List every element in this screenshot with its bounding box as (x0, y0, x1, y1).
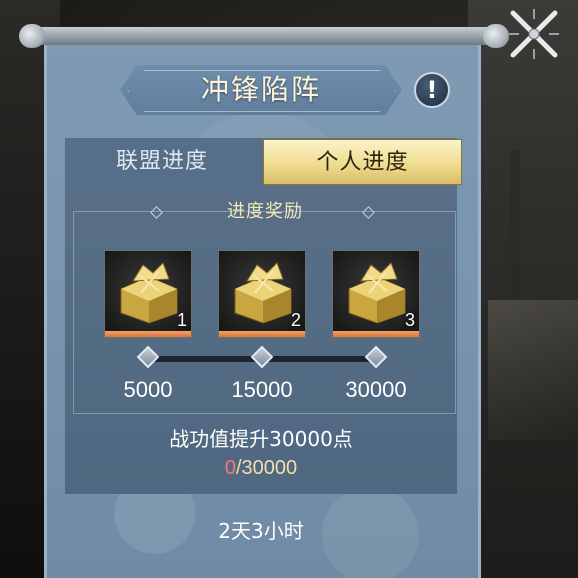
progress-text: 0/30000 (65, 457, 457, 480)
reward-item[interactable]: 1 (104, 250, 192, 338)
milestone-value: 5000 (123, 377, 173, 402)
background-roof (488, 300, 578, 440)
gold-treasure-icon (348, 262, 406, 324)
tab-personal-progress[interactable]: 个人进度 (263, 139, 462, 185)
reward-item-bar (105, 331, 191, 337)
milestone-value: 15000 (231, 377, 293, 402)
reward-count: 1 (176, 310, 187, 330)
reward-item[interactable]: 2 (218, 250, 306, 338)
gold-treasure-icon (120, 262, 178, 324)
reward-item-bar (219, 331, 305, 337)
time-remaining: 2天3小时 (218, 519, 304, 543)
progress-current: 0 (224, 457, 236, 479)
reward-section-title: 进度奖励 (227, 201, 303, 222)
scroll-rod (19, 24, 509, 48)
milestone-value: 30000 (345, 377, 407, 402)
gold-treasure-icon (234, 262, 292, 324)
progress-total: /30000 (235, 457, 298, 479)
page-title: 冲锋陷阵 (200, 73, 321, 106)
tab-alliance-progress[interactable]: 联盟进度 (72, 138, 252, 186)
reward-item-bar (333, 331, 419, 337)
goal-description: 战功值提升30000点 (169, 427, 353, 451)
reward-item[interactable]: 3 (332, 250, 420, 338)
background-right (468, 0, 578, 578)
close-icon[interactable] (505, 5, 563, 63)
reward-count: 2 (290, 310, 301, 330)
exclamation-icon[interactable]: ! (414, 72, 450, 108)
reward-count: 3 (404, 310, 415, 330)
